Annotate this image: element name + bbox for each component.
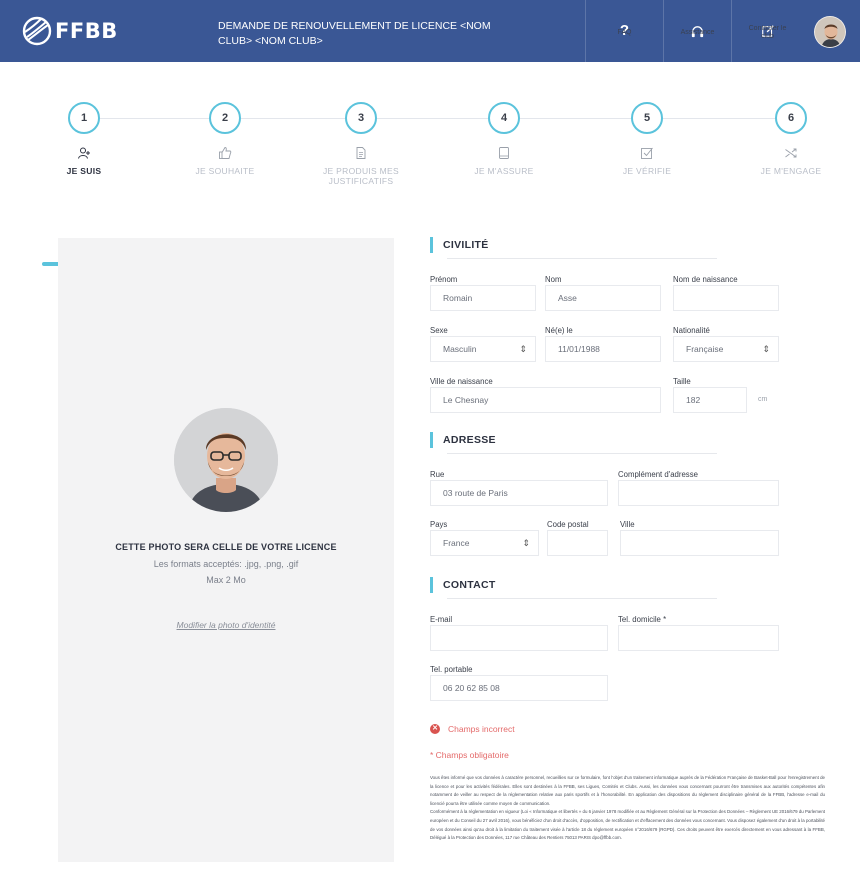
nom-naissance-input[interactable] bbox=[673, 285, 779, 311]
faq-label: FAQ bbox=[617, 28, 632, 36]
progress-stepper: 1 JE SUIS 2 JE SOUHAITE 3 JE PRODUIS MES… bbox=[0, 64, 860, 266]
required-note: * Champs obligatoire bbox=[430, 750, 509, 760]
taille-input[interactable]: 182 bbox=[673, 387, 747, 413]
rue-label: Rue bbox=[430, 470, 445, 479]
error-message: ✕ Champs incorrect bbox=[430, 724, 515, 734]
step-number: 2 bbox=[209, 102, 241, 134]
step-je-m-engage[interactable]: 6 JE M'ENGAGE bbox=[736, 102, 846, 176]
logo-text: FFBB bbox=[55, 19, 118, 43]
section-divider bbox=[447, 598, 717, 599]
photo-caption: CETTE PHOTO SERA CELLE DE VOTRE LICENCE bbox=[115, 542, 337, 552]
complement-label: Complément d'adresse bbox=[618, 470, 698, 479]
top-header: FFBB DEMANDE DE RENOUVELLEMENT DE LICENC… bbox=[0, 0, 860, 62]
contact-club-label: Contacter le club bbox=[748, 24, 787, 40]
step-number: 6 bbox=[775, 102, 807, 134]
photo-max-size: Max 2 Mo bbox=[206, 575, 246, 585]
step-label: JE SOUHAITE bbox=[195, 166, 255, 176]
section-civilite-title: CIVILITÉ bbox=[430, 237, 489, 253]
tel-portable-label: Tel. portable bbox=[430, 665, 473, 674]
user-avatar[interactable] bbox=[814, 16, 846, 48]
step-je-suis[interactable]: 1 JE SUIS bbox=[29, 102, 139, 176]
step-number: 1 bbox=[68, 102, 100, 134]
section-divider bbox=[447, 258, 717, 259]
section-divider bbox=[447, 453, 717, 454]
step-label: JE M'ENGAGE bbox=[760, 166, 822, 176]
ville-naissance-label: Ville de naissance bbox=[430, 377, 493, 386]
sexe-label: Sexe bbox=[430, 326, 448, 335]
shuffle-icon bbox=[736, 146, 846, 160]
complement-input[interactable] bbox=[618, 480, 779, 506]
step-number: 4 bbox=[488, 102, 520, 134]
nom-naissance-label: Nom de naissance bbox=[673, 275, 738, 284]
nationalite-label: Nationalité bbox=[673, 326, 710, 335]
step-label: JE SUIS bbox=[66, 166, 102, 176]
user-plus-icon bbox=[29, 146, 139, 160]
tel-portable-input[interactable]: 06 20 62 85 08 bbox=[430, 675, 608, 701]
ville-label: Ville bbox=[620, 520, 635, 529]
step-je-m-assure[interactable]: 4 JE M'ASSURE bbox=[449, 102, 559, 176]
assistance-button[interactable]: Assistance bbox=[663, 0, 731, 62]
date-naissance-label: Né(e) le bbox=[545, 326, 573, 335]
photo-panel: CETTE PHOTO SERA CELLE DE VOTRE LICENCE … bbox=[58, 238, 394, 862]
faq-button[interactable]: ? FAQ bbox=[585, 0, 663, 62]
pays-select[interactable]: France bbox=[430, 530, 539, 556]
step-number: 5 bbox=[631, 102, 663, 134]
step-label: JE M'ASSURE bbox=[474, 166, 534, 176]
taille-unit: cm bbox=[758, 396, 768, 403]
prenom-input[interactable]: Romain bbox=[430, 285, 536, 311]
document-icon bbox=[306, 146, 416, 160]
section-contact-title: CONTACT bbox=[430, 577, 496, 593]
step-label: JE VÉRIFIE bbox=[622, 166, 672, 176]
code-postal-input[interactable] bbox=[547, 530, 608, 556]
legal-paragraph: Conformément à la réglementation en vigu… bbox=[430, 809, 825, 841]
date-naissance-input[interactable]: 11/01/1988 bbox=[545, 336, 661, 362]
basketball-logo-icon bbox=[22, 16, 52, 46]
code-postal-label: Code postal bbox=[547, 520, 589, 529]
nom-input[interactable]: Asse bbox=[545, 285, 661, 311]
sexe-select[interactable]: Masculin bbox=[430, 336, 536, 362]
assistance-label: Assistance bbox=[680, 28, 715, 36]
ville-input[interactable] bbox=[620, 530, 779, 556]
error-text: Champs incorrect bbox=[448, 724, 515, 734]
checkbox-icon bbox=[592, 146, 702, 160]
licence-photo bbox=[174, 408, 278, 512]
rue-input[interactable]: 03 route de Paris bbox=[430, 480, 608, 506]
step-je-verifie[interactable]: 5 JE VÉRIFIE bbox=[592, 102, 702, 176]
thumbs-up-icon bbox=[170, 146, 280, 160]
error-icon: ✕ bbox=[430, 724, 440, 734]
step-justificatifs[interactable]: 3 JE PRODUIS MES JUSTIFICATIFS bbox=[306, 102, 416, 186]
page-title: DEMANDE DE RENOUVELLEMENT DE LICENCE <NO… bbox=[218, 20, 491, 47]
email-label: E-mail bbox=[430, 615, 453, 624]
pays-label: Pays bbox=[430, 520, 448, 529]
email-input[interactable] bbox=[430, 625, 608, 651]
photo-formats: Les formats acceptés: .jpg, .png, .gif bbox=[153, 559, 299, 569]
edit-photo-link[interactable]: Modifier la photo d'identité bbox=[58, 620, 394, 630]
taille-label: Taille bbox=[673, 377, 691, 386]
step-je-souhaite[interactable]: 2 JE SOUHAITE bbox=[170, 102, 280, 176]
prenom-label: Prénom bbox=[430, 275, 458, 284]
ville-naissance-input[interactable]: Le Chesnay bbox=[430, 387, 661, 413]
nationalite-select[interactable]: Française bbox=[673, 336, 779, 362]
step-label: JE PRODUIS MES JUSTIFICATIFS bbox=[323, 166, 399, 186]
section-adresse-title: ADRESSE bbox=[430, 432, 496, 448]
tablet-icon bbox=[449, 146, 559, 160]
contact-club-button[interactable]: Contacter le club bbox=[731, 0, 803, 62]
ffbb-logo[interactable]: FFBB bbox=[22, 16, 118, 46]
legal-paragraph: Vous êtes informé que vos données à cara… bbox=[430, 775, 825, 806]
tel-domicile-input[interactable] bbox=[618, 625, 779, 651]
step-number: 3 bbox=[345, 102, 377, 134]
legal-notice: Vous êtes informé que vos données à cara… bbox=[430, 774, 825, 843]
nom-label: Nom bbox=[545, 275, 562, 284]
tel-domicile-label: Tel. domicile * bbox=[618, 615, 667, 624]
